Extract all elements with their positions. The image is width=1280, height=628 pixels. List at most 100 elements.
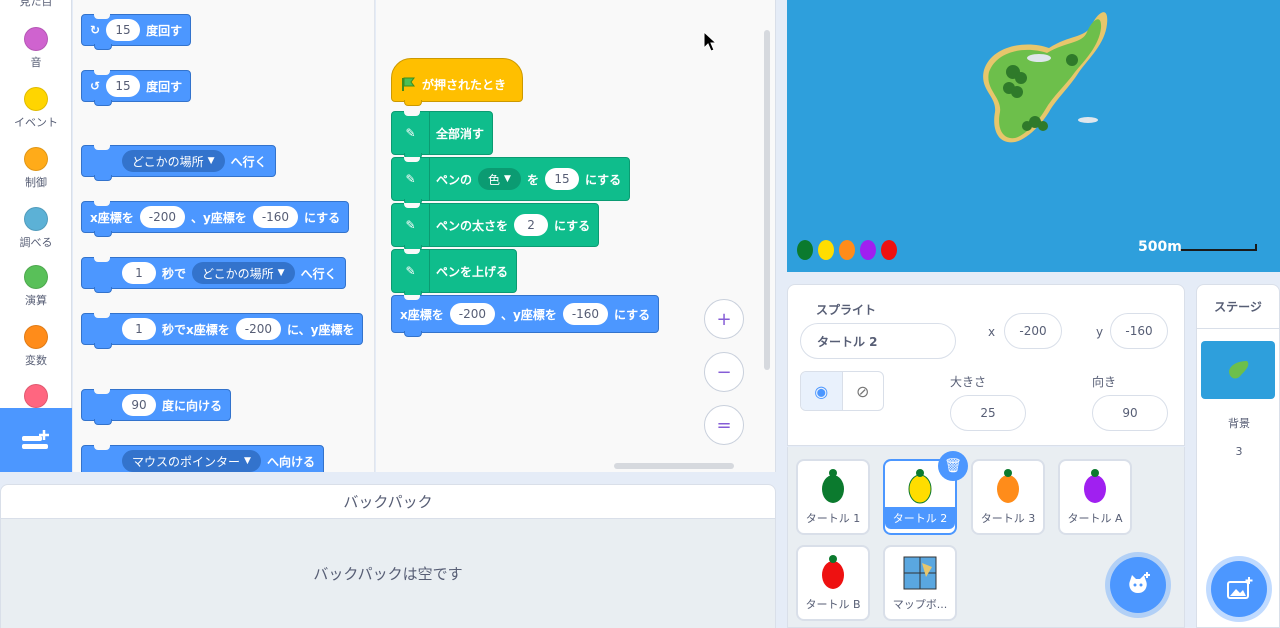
y-value[interactable]: -160 xyxy=(562,303,609,325)
block-label: 度に向ける xyxy=(162,398,223,413)
block-when-flag-clicked[interactable]: が押されたとき xyxy=(391,58,523,106)
x-value[interactable]: -200 xyxy=(449,303,495,325)
sprite-name-value: タートル 2 xyxy=(817,334,878,349)
glide-dropdown[interactable]: どこかの場所 ▼ xyxy=(192,262,295,284)
block-pen-size[interactable]: ✎ ペンの太さを 2 にする xyxy=(391,203,600,251)
dropdown-value: マウスのポインター xyxy=(132,454,241,469)
sprite-tile[interactable]: タートル A xyxy=(1058,459,1132,535)
dropdown-value: どこかの場所 xyxy=(132,154,204,169)
block-setxy[interactable]: x座標を -200 、y座標を -160 にする xyxy=(81,201,350,237)
category-menu: 見た目 音 イベント 制御 調べる 演算 変数 xyxy=(0,0,72,472)
hide-button[interactable]: ⊘ xyxy=(843,372,884,410)
category-label: 音 xyxy=(30,56,42,69)
pen-size-value[interactable]: 2 xyxy=(514,214,549,236)
goto-dropdown[interactable]: どこかの場所 ▼ xyxy=(122,150,225,172)
y-value[interactable]: -160 xyxy=(252,206,299,228)
size-input[interactable]: 25 xyxy=(950,395,1026,431)
y-input[interactable]: -160 xyxy=(1110,313,1168,349)
y-value: -160 xyxy=(1125,324,1153,338)
category-label: 調べる xyxy=(19,236,53,249)
block-setxy-script[interactable]: x座標を -200 、y座標を -160 にする xyxy=(391,295,660,337)
sprite-info-panel: スプライト タートル 2 x -200 y -160 ◉ ⊘ 大きさ 25 向き… xyxy=(787,284,1185,446)
category-operators[interactable]: 演算 xyxy=(0,265,72,308)
horizontal-scrollbar[interactable] xyxy=(614,463,734,469)
block-point-direction[interactable]: 90 度に向ける xyxy=(81,389,232,425)
category-sensing[interactable]: 調べる xyxy=(0,207,72,250)
variables-dot-icon xyxy=(24,325,48,349)
eye-icon: ◉ xyxy=(814,381,829,401)
block-label: x座標を xyxy=(400,307,444,322)
sprite-tile[interactable]: タートル B xyxy=(796,545,870,621)
block-pen-set-color[interactable]: ✎ ペンの 色 ▼ を 15 にする xyxy=(391,157,631,205)
pen-param-dropdown[interactable]: 色 ▼ xyxy=(478,168,521,190)
green-flag-icon xyxy=(402,77,415,91)
myblocks-dot-icon xyxy=(24,384,48,408)
events-dot-icon xyxy=(24,87,48,111)
rotate-right-icon: ↻ xyxy=(90,23,101,37)
block-turn-left[interactable]: ↺ 15 度回す xyxy=(81,70,192,106)
stage-selector[interactable]: ステージ 背景 3 xyxy=(1196,284,1280,628)
turn-value[interactable]: 15 xyxy=(106,75,141,97)
secs-value[interactable]: 1 xyxy=(122,318,156,340)
script-area[interactable]: が押されたとき ✎ 全部消す ✎ ペンの 色 ▼ を 15 にする ✎ ペンの太さ… xyxy=(376,0,776,472)
dropdown-value: どこかの場所 xyxy=(202,266,274,281)
x-input[interactable]: -200 xyxy=(1004,313,1062,349)
x-value[interactable]: -200 xyxy=(139,206,185,228)
block-glidexy[interactable]: 1 秒でx座標を -200 に、y座標を xyxy=(81,313,364,349)
vertical-scrollbar[interactable] xyxy=(764,30,770,370)
zoom-out-button[interactable]: − xyxy=(704,352,744,392)
backdrop-thumbnail[interactable] xyxy=(1201,341,1275,399)
stage-canvas[interactable]: 500m xyxy=(787,0,1280,272)
y-label: y xyxy=(1096,325,1104,339)
category-variables[interactable]: 変数 xyxy=(0,325,72,368)
sprite-tile[interactable]: マップボ... xyxy=(883,545,957,621)
show-button[interactable]: ◉ xyxy=(801,372,843,410)
category-myblocks[interactable] xyxy=(0,384,72,408)
pen-value[interactable]: 15 xyxy=(544,168,579,190)
block-pen-clear[interactable]: ✎ 全部消す xyxy=(391,111,494,159)
chevron-down-icon: ▼ xyxy=(277,268,285,278)
add-backdrop-button[interactable] xyxy=(1211,561,1267,617)
sprite-tile[interactable]: タートル 3 xyxy=(971,459,1045,535)
category-label: 演算 xyxy=(25,294,47,307)
visibility-toggle: ◉ ⊘ xyxy=(800,371,884,411)
backpack-header[interactable]: バックパック xyxy=(1,485,775,519)
rotate-left-icon: ↺ xyxy=(90,79,101,93)
scale-bar xyxy=(1178,244,1257,251)
sprite-name: タートル 2 xyxy=(885,507,955,529)
block-label: へ行く xyxy=(300,266,337,281)
sprite-tile[interactable]: タートル 1 xyxy=(796,459,870,535)
category-control[interactable]: 制御 xyxy=(0,147,72,190)
block-glide[interactable]: 1 秒で どこかの場所 ▼ へ行く xyxy=(81,257,346,293)
secs-value[interactable]: 1 xyxy=(122,262,156,284)
block-label: x座標を xyxy=(90,210,134,225)
block-point-towards[interactable]: マウスのポインター ▼ へ向ける xyxy=(81,445,324,472)
sprite-name-input[interactable]: タートル 2 xyxy=(800,323,956,359)
block-pen-up[interactable]: ✎ ペンを上げる xyxy=(391,249,518,297)
island-map-graphic xyxy=(797,12,1257,260)
direction-input[interactable]: 90 xyxy=(1092,395,1168,431)
block-label: にする xyxy=(304,210,341,225)
zoom-in-button[interactable]: + xyxy=(704,299,744,339)
zoom-reset-button[interactable]: = xyxy=(704,405,744,445)
turn-value[interactable]: 15 xyxy=(106,19,141,41)
x-label: x xyxy=(988,325,996,339)
block-turn-right[interactable]: ↻ 15 度回す xyxy=(81,14,192,50)
eye-off-icon: ⊘ xyxy=(856,381,870,401)
pen-icon: ✎ xyxy=(392,158,430,200)
add-sprite-button[interactable] xyxy=(1110,557,1166,613)
block-goto[interactable]: どこかの場所 ▼ へ行く xyxy=(81,145,276,181)
direction-value[interactable]: 90 xyxy=(122,394,156,416)
delete-sprite-button[interactable]: 🗑 xyxy=(938,451,968,481)
chevron-down-icon: ▼ xyxy=(207,156,215,166)
x-value[interactable]: -200 xyxy=(235,318,281,340)
category-looks[interactable]: 見た目 xyxy=(0,0,72,9)
category-events[interactable]: イベント xyxy=(0,87,72,130)
sensing-dot-icon xyxy=(24,207,48,231)
zoom-out-icon: − xyxy=(716,361,732,383)
add-extension-button[interactable] xyxy=(0,408,72,472)
x-value: -200 xyxy=(1019,324,1047,338)
block-label: にする xyxy=(614,307,651,322)
pointto-dropdown[interactable]: マウスのポインター ▼ xyxy=(122,450,261,472)
category-sound[interactable]: 音 xyxy=(0,27,72,70)
